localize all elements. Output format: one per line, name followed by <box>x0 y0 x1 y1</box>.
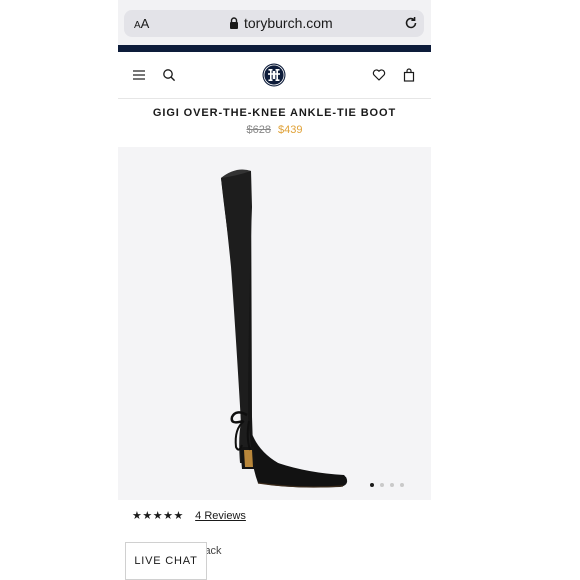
carousel-dot[interactable] <box>380 483 384 487</box>
url-text[interactable]: toryburch.com <box>244 15 333 31</box>
boot-image <box>221 169 348 488</box>
address-bar[interactable]: AA toryburch.com <box>124 10 424 37</box>
sale-price: $439 <box>278 124 303 136</box>
rating-row: ★★★★★ 4 Reviews <box>132 508 246 522</box>
carousel-dot[interactable] <box>370 483 374 487</box>
product-prices: $628 $439 <box>118 124 431 136</box>
star-rating: ★★★★★ <box>132 510 184 522</box>
search-icon[interactable] <box>162 68 176 82</box>
carousel-dot[interactable] <box>390 483 394 487</box>
carousel-dot[interactable] <box>400 483 404 487</box>
product-title: GIGI OVER-THE-KNEE ANKLE-TIE BOOT <box>152 107 397 119</box>
live-chat-button[interactable]: LIVE CHAT <box>125 542 207 580</box>
bag-icon[interactable] <box>402 68 416 82</box>
heart-icon[interactable] <box>372 68 386 82</box>
site-header <box>118 52 431 99</box>
reload-icon[interactable] <box>404 16 418 30</box>
phone-screen: AA toryburch.com GIGI OVER-THE-KNEE ANKL… <box>118 0 431 580</box>
carousel-dots <box>370 474 410 487</box>
original-price: $628 <box>246 124 271 136</box>
product-image-carousel[interactable] <box>118 147 431 500</box>
brand-banner <box>118 45 431 52</box>
text-size-button[interactable]: AA <box>134 16 149 31</box>
tory-burch-logo[interactable] <box>262 63 286 87</box>
reviews-link[interactable]: 4 Reviews <box>195 510 246 522</box>
menu-icon[interactable] <box>132 68 146 82</box>
browser-toolbar: AA toryburch.com <box>118 0 431 45</box>
lock-icon <box>230 17 238 29</box>
